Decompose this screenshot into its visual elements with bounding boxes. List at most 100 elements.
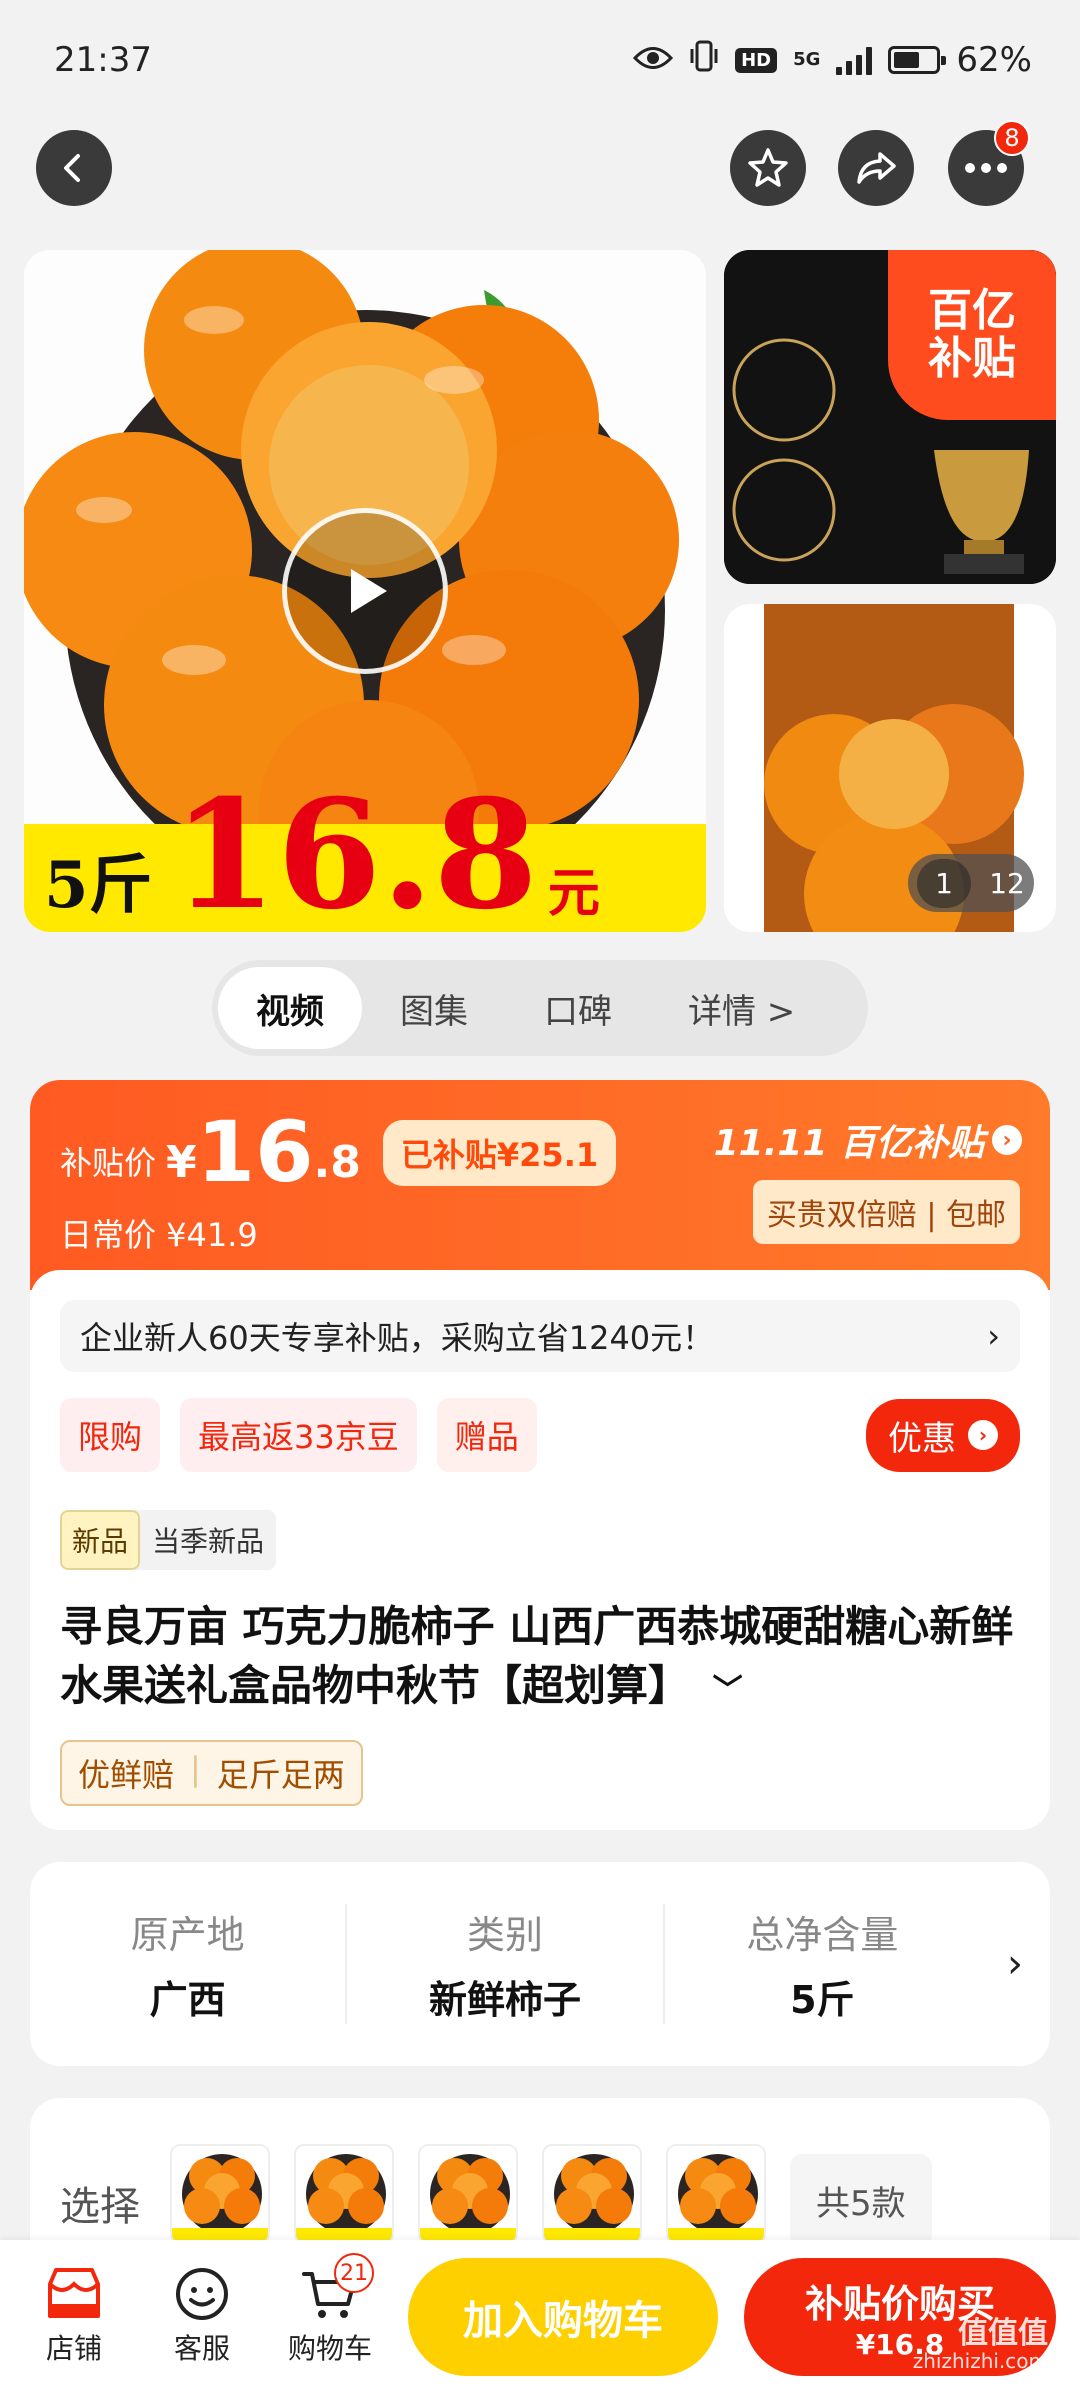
image-counter: 1 12 [908, 854, 1034, 912]
spec-value: 新鲜柿子 [428, 1978, 581, 2022]
tab-gallery[interactable]: 图集 [362, 967, 506, 1049]
shop-label: 店铺 [45, 2332, 102, 2365]
spec-label: 类别 [466, 1913, 543, 1957]
more-icon [965, 163, 1007, 173]
buy-now-button[interactable]: 补贴价购买 ¥16.8 值值值 zhizhizhi.com [744, 2258, 1056, 2376]
chevron-right-icon[interactable]: › [980, 1941, 1050, 1987]
tab-details[interactable]: 详情 > [650, 967, 833, 1049]
new-badge-text: 当季新品 [152, 1525, 265, 1558]
back-button[interactable] [36, 130, 112, 206]
tab-reviews[interactable]: 口碑 [506, 967, 650, 1049]
side-image-persimmon[interactable]: 1 12 [724, 604, 1056, 932]
variant-thumbnail[interactable] [542, 2144, 642, 2244]
persimmon-thumbnail-image [420, 2154, 516, 2242]
price-card: 补贴价 ¥ 16 .8 已补贴¥25.1 日常价 ¥41.9 11.11 百亿补… [30, 1080, 1050, 1830]
eye-icon [633, 40, 674, 80]
variant-thumbnail[interactable] [170, 2144, 270, 2244]
spec-card[interactable]: 原产地 广西 类别 新鲜柿子 总净含量 5斤 › [30, 1862, 1050, 2066]
chevron-right-icon: › [987, 1317, 1000, 1355]
counter-current: 1 [917, 858, 971, 908]
status-icons: HD 5G 62% [633, 39, 1032, 82]
chevron-right-icon: › [968, 1420, 998, 1450]
spec-label: 原产地 [130, 1913, 245, 1957]
shop-icon [48, 2268, 100, 2318]
watermark-line2: zhizhizhi.com [912, 2349, 1048, 2373]
spec-net-weight: 总净含量 5斤 [665, 1904, 980, 2024]
spec-category: 类别 新鲜柿子 [347, 1904, 665, 2024]
variant-thumbnail[interactable] [418, 2144, 518, 2244]
persimmon-thumbnail-image [172, 2154, 268, 2242]
main-product-image[interactable]: 5斤 16.8 元 [24, 250, 706, 932]
assurance-divider: | [190, 1749, 201, 1788]
tab-video[interactable]: 视频 [218, 967, 362, 1049]
spec-value: 5斤 [790, 1978, 855, 2022]
cart-badge: 21 [334, 2253, 374, 2293]
vibrate-icon [689, 39, 719, 82]
status-time: 21:37 [54, 40, 152, 80]
subsidy-price-label: 补贴价 [60, 1144, 157, 1182]
product-title-text: 寻良万亩 巧克力脆柿子 山西广西恭城硬甜糖心新鲜水果送礼盒品物中秋节【超划算】 [60, 1602, 1014, 1710]
variant-total[interactable]: 共5款 [790, 2154, 932, 2247]
persimmon-thumbnail-image [668, 2154, 764, 2242]
variant-thumbnails [170, 2134, 790, 2244]
side-image-awards[interactable]: 百亿 补贴 [724, 250, 1056, 584]
counter-total: 12 [989, 866, 1025, 900]
play-video-button[interactable] [282, 508, 448, 674]
spec-origin: 原产地 广西 [30, 1904, 348, 2024]
new-product-badge: 新品 当季新品 [60, 1510, 277, 1570]
cart-button[interactable]: 购物车 21 [266, 2253, 394, 2367]
tag-limit[interactable]: 限购 [60, 1398, 161, 1472]
price-card-body: 企业新人60天专享补贴，采购立省1240元！ › 限购 最高返33京豆 赠品 优… [30, 1270, 1050, 1830]
event-banner[interactable]: 11.11 百亿补贴 › [714, 1114, 1022, 1166]
hd-icon: HD [735, 47, 778, 73]
service-button[interactable]: 客服 [138, 2261, 266, 2367]
bottom-action-bar: 店铺 客服 购物车 21 加入购物车 补贴价购买 ¥16.8 值值值 zhizh… [0, 2240, 1080, 2388]
variant-thumbnail[interactable] [294, 2144, 394, 2244]
saved-badge: 已补贴¥25.1 [382, 1120, 617, 1186]
currency-symbol: ¥ [166, 1137, 197, 1188]
assurance-weight: 足斤足两 [216, 1755, 345, 1794]
battery-icon [888, 46, 947, 74]
price-header: 补贴价 ¥ 16 .8 已补贴¥25.1 日常价 ¥41.9 11.11 百亿补… [30, 1080, 1050, 1290]
spec-label: 总净含量 [746, 1913, 899, 1957]
share-button[interactable] [838, 130, 914, 206]
price-decimal: .8 [313, 1137, 361, 1188]
subsidy-tag: 百亿 补贴 [888, 250, 1056, 420]
play-icon [351, 569, 387, 613]
promo-tags: 限购 最高返33京豆 赠品 优惠 › [60, 1398, 1020, 1472]
subsidy-tag-line1: 百亿 [928, 284, 1016, 336]
promo-text: 企业新人60天专享补贴，采购立省1240元！ [80, 1319, 715, 1357]
favorite-button[interactable] [730, 130, 806, 206]
watermark-line1: 值值值 [958, 2316, 1048, 2351]
media-tabs: 视频 图集 口碑 详情 > [212, 960, 868, 1056]
battery-percent: 62% [956, 40, 1032, 80]
discount-button[interactable]: 优惠 › [866, 1398, 1020, 1472]
new-badge-label: 新品 [60, 1510, 141, 1570]
persimmon-thumbnail-image [544, 2154, 640, 2242]
chevron-down-icon[interactable]: ﹀ [713, 1673, 743, 1708]
signal-icon [836, 45, 873, 75]
status-bar: 21:37 HD 5G 62% [0, 0, 1080, 120]
enterprise-promo-bar[interactable]: 企业新人60天专享补贴，采购立省1240元！ › [60, 1300, 1020, 1372]
overlay-price: 16.8 [172, 766, 538, 932]
network-type: 5G [793, 49, 821, 70]
top-nav: 8 [0, 120, 1080, 212]
guarantee-badge[interactable]: 买贵双倍赔 | 包邮 [752, 1180, 1020, 1244]
battery-fill [894, 52, 920, 68]
variant-thumbnail[interactable] [666, 2144, 766, 2244]
more-button[interactable]: 8 [948, 120, 1030, 206]
assurance-badges[interactable]: 优鲜赔 | 足斤足两 [60, 1739, 363, 1806]
subsidy-tag-line2: 补贴 [928, 333, 1016, 384]
spec-value: 广西 [149, 1978, 226, 2022]
watermark: 值值值 zhizhizhi.com [913, 2317, 1048, 2372]
price-overlay: 5斤 16.8 元 [24, 780, 706, 932]
product-title[interactable]: 寻良万亩 巧克力脆柿子 山西广西恭城硬甜糖心新鲜水果送礼盒品物中秋节【超划算】 … [60, 1598, 1020, 1716]
add-to-cart-button[interactable]: 加入购物车 [408, 2258, 718, 2376]
shop-button[interactable]: 店铺 [10, 2261, 138, 2367]
cart-label: 购物车 [287, 2332, 372, 2365]
tag-jingdou[interactable]: 最高返33京豆 [180, 1398, 417, 1472]
star-icon [748, 148, 788, 187]
tag-gift[interactable]: 赠品 [436, 1398, 537, 1472]
more-badge: 8 [994, 120, 1030, 156]
chevron-left-icon [64, 154, 80, 182]
